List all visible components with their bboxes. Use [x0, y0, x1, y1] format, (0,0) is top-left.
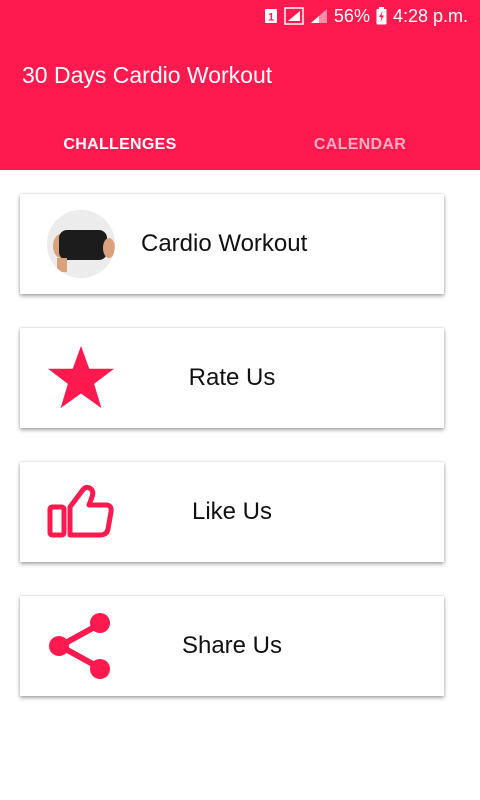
- cardio-workout-card[interactable]: Cardio Workout: [20, 194, 444, 294]
- rate-us-card[interactable]: Rate Us: [20, 328, 444, 428]
- clock: 4:28 p.m.: [392, 5, 468, 26]
- tab-bar: CHALLENGES CALENDAR: [0, 120, 480, 170]
- share-us-card[interactable]: Share Us: [20, 596, 444, 696]
- tab-challenges[interactable]: CHALLENGES: [0, 120, 240, 170]
- cell-signal-icon: [310, 8, 328, 24]
- battery-percent: 56%: [333, 5, 370, 26]
- card-label: Rate Us: [188, 364, 276, 391]
- sim-icon: 1: [264, 8, 278, 24]
- signal-box-icon: [284, 7, 304, 25]
- card-label: Cardio Workout: [141, 230, 308, 257]
- status-bar: 1 56% 4:28 p.m.: [0, 0, 480, 32]
- sim-badge: 1: [268, 12, 274, 24]
- battery-charging-icon: [376, 7, 387, 25]
- app-bar: 1 56% 4:28 p.m. 30 Days Cardio Workout C…: [0, 0, 480, 170]
- tab-calendar[interactable]: CALENDAR: [240, 120, 480, 170]
- card-label: Like Us: [191, 498, 273, 525]
- app-title: 30 Days Cardio Workout: [22, 62, 273, 88]
- card-label: Share Us: [181, 632, 283, 659]
- like-us-card[interactable]: Like Us: [20, 462, 444, 562]
